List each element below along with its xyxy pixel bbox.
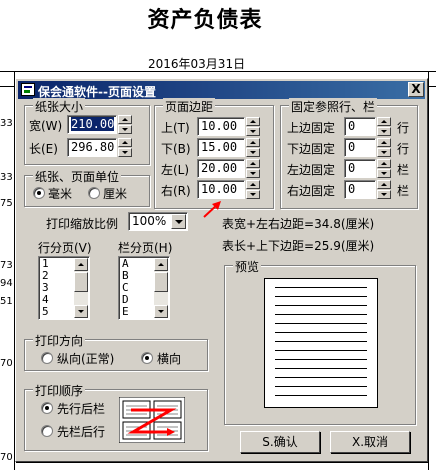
unit-mm-label[interactable]: 毫米	[48, 185, 72, 202]
annotation-arrow-icon	[203, 201, 221, 218]
units-group: 纸张、页面单位 毫米 厘米	[24, 168, 150, 207]
margin-bottom-spinner[interactable]	[246, 138, 260, 157]
col-paging-item[interactable]: E	[122, 306, 129, 318]
orientation-legend: 打印方向	[33, 332, 86, 349]
length-label: 长(E)	[29, 142, 58, 156]
col-first-label[interactable]: 先栏后行	[57, 423, 105, 440]
portrait-label[interactable]: 纵向(正常)	[57, 350, 114, 367]
row-first-radio[interactable]	[41, 402, 53, 414]
paper-width-spinner[interactable]	[118, 115, 132, 134]
fixed-bottom-unit: 行	[397, 142, 410, 156]
print-order-legend: 打印顺序	[33, 382, 86, 399]
col-paging-scrollbar[interactable]	[154, 258, 168, 318]
margin-bottom-label: 下(B)	[161, 142, 191, 156]
fixed-right-field[interactable]: 0	[344, 180, 376, 199]
report-row-number: 75	[0, 198, 13, 209]
report-date: 2016年03月31日	[148, 57, 246, 71]
fixed-right-label: 右边固定	[287, 184, 336, 198]
unit-mm-radio[interactable]	[33, 187, 45, 199]
margin-top-spinner[interactable]	[246, 117, 260, 136]
page-setup-dialog: 保会通软件--页面设置 X 纸张大小 宽(W) 210.00 长(E) 296.…	[15, 78, 428, 462]
report-row-number: 94	[0, 278, 13, 289]
fixed-left-unit: 栏	[397, 163, 410, 177]
fixed-right-spinner[interactable]	[377, 180, 391, 199]
paper-length-field[interactable]: 296.80	[67, 138, 117, 157]
fixed-bottom-field[interactable]: 0	[344, 138, 376, 157]
chevron-down-icon[interactable]	[171, 214, 186, 229]
margin-left-label: 左(L)	[161, 163, 190, 177]
report-row-number: 33	[0, 172, 13, 183]
fixed-bottom-label: 下边固定	[287, 142, 336, 156]
scale-select[interactable]: 100%	[128, 212, 188, 231]
ok-button[interactable]: S.确认	[240, 431, 320, 453]
row-paging-item[interactable]: 5	[42, 306, 49, 318]
fixed-top-field[interactable]: 0	[344, 117, 376, 136]
row-paging-list[interactable]: 12345	[38, 256, 90, 320]
paper-size-legend: 纸张大小	[33, 98, 86, 115]
fixed-reference-group: 固定参照行、栏 上边固定 0 行 下边固定 0 行 左边固定 0 栏 右边固定 …	[280, 98, 418, 209]
margin-right-field[interactable]: 10.00	[197, 180, 245, 199]
row-paging-label: 行分页(V)	[38, 241, 92, 255]
margins-legend: 页面边距	[163, 98, 216, 115]
margin-bottom-field[interactable]: 15.00	[197, 138, 245, 157]
width-sum-info: 表宽+左右边距=34.8(厘米)	[222, 217, 375, 231]
dialog-titlebar[interactable]: 保会通软件--页面设置 X	[18, 81, 425, 99]
report-row-number: 70	[0, 452, 13, 463]
landscape-label[interactable]: 横向	[157, 350, 181, 367]
margin-right-label: 右(R)	[161, 184, 191, 198]
width-label: 宽(W)	[29, 119, 63, 133]
margin-top-label: 上(T)	[161, 121, 190, 135]
row-first-label[interactable]: 先行后栏	[57, 400, 105, 417]
fixed-right-unit: 栏	[397, 184, 410, 198]
units-legend: 纸张、页面单位	[33, 168, 122, 185]
unit-cm-label[interactable]: 厘米	[103, 185, 127, 202]
margins-group: 页面边距 上(T) 10.00 下(B) 15.00 左(L) 20.00 右(…	[154, 98, 274, 209]
landscape-radio[interactable]	[141, 352, 153, 364]
report-row-number: 33	[0, 118, 13, 129]
unit-cm-radio[interactable]	[88, 187, 100, 199]
col-paging-label: 栏分页(H)	[118, 241, 173, 255]
fixed-left-spinner[interactable]	[377, 159, 391, 178]
scale-label: 打印缩放比例	[46, 217, 119, 231]
fixed-top-unit: 行	[397, 121, 410, 135]
length-sum-info: 表长+上下边距=25.9(厘米)	[222, 239, 375, 253]
cancel-button[interactable]: X.取消	[330, 431, 410, 453]
fixed-top-label: 上边固定	[287, 121, 336, 135]
report-row-number: 70	[0, 358, 13, 369]
preview-legend: 预览	[233, 258, 262, 275]
report-row-number: 51	[0, 296, 13, 307]
fixed-top-spinner[interactable]	[377, 117, 391, 136]
report-title: 资产负债表	[147, 7, 263, 33]
print-order-diagram-icon	[119, 397, 185, 443]
paper-size-group: 纸张大小 宽(W) 210.00 长(E) 296.80	[24, 98, 150, 165]
print-order-group: 打印顺序 先行后栏 先栏后行	[24, 382, 208, 451]
paper-length-spinner[interactable]	[118, 138, 132, 157]
margin-left-spinner[interactable]	[246, 159, 260, 178]
col-paging-list[interactable]: ABCDE	[118, 256, 170, 320]
fixed-left-field[interactable]: 0	[344, 159, 376, 178]
preview-page	[264, 278, 378, 408]
orientation-group: 打印方向 纵向(正常) 横向	[24, 332, 208, 371]
portrait-radio[interactable]	[41, 352, 53, 364]
margin-left-field[interactable]: 20.00	[197, 159, 245, 178]
row-paging-scrollbar[interactable]	[74, 258, 88, 318]
col-first-radio[interactable]	[41, 425, 53, 437]
fixed-bottom-spinner[interactable]	[377, 138, 391, 157]
scale-value: 100%	[132, 214, 167, 228]
paper-width-field[interactable]: 210.00	[67, 115, 117, 134]
fixed-reference-legend: 固定参照行、栏	[289, 98, 378, 115]
app-icon	[21, 83, 35, 96]
fixed-left-label: 左边固定	[287, 163, 336, 177]
report-row-number: 73	[0, 260, 13, 271]
margin-right-spinner[interactable]	[246, 180, 260, 199]
margin-top-field[interactable]: 10.00	[197, 117, 245, 136]
close-button[interactable]: X	[408, 82, 424, 97]
